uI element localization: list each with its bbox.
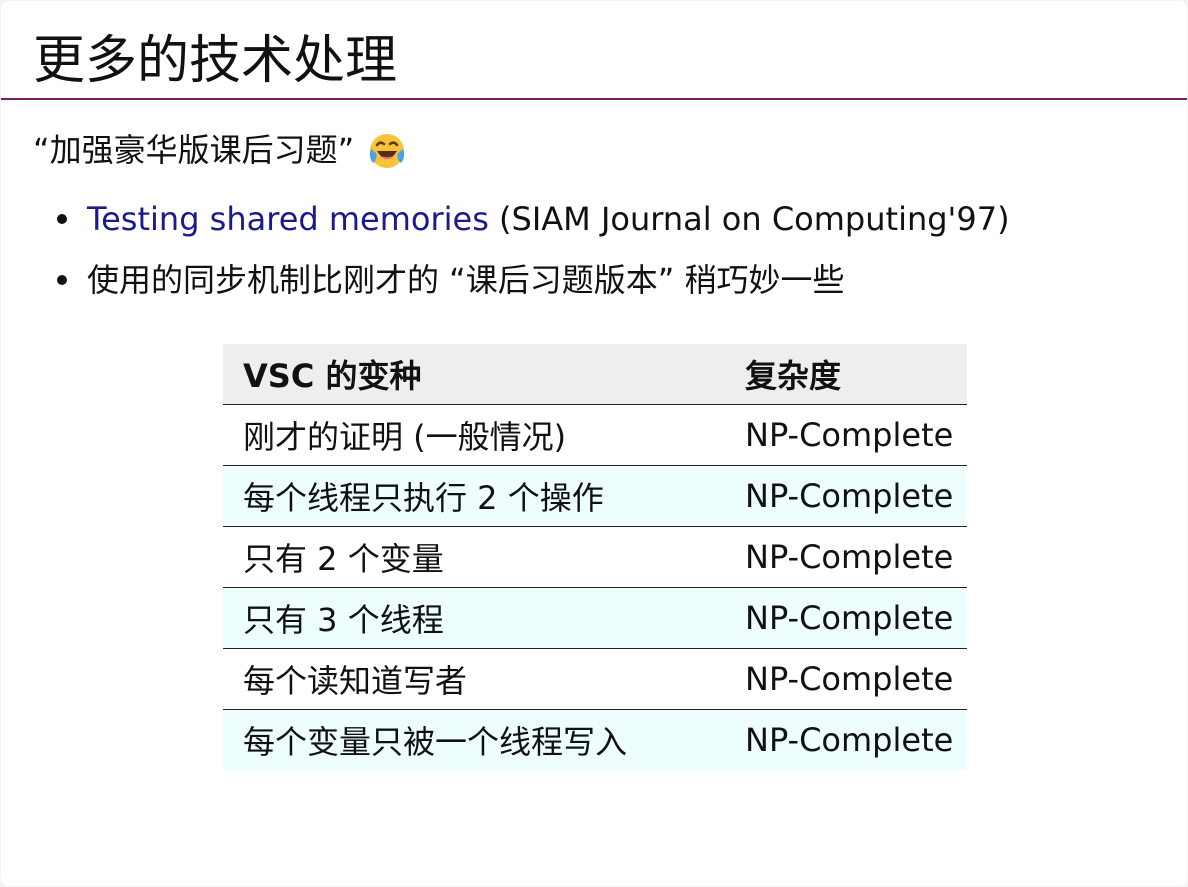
face-with-tears-of-joy-icon	[368, 131, 406, 169]
slide-title: 更多的技术处理	[33, 31, 398, 91]
cell-complexity: NP-Complete	[745, 526, 967, 588]
list-item: 使用的同步机制比刚才的 “课后习题版本” 稍巧妙一些	[1, 257, 1010, 318]
paper-link[interactable]: Testing shared memories	[87, 200, 489, 238]
header-complexity: 复杂度	[745, 344, 967, 405]
table-row: 刚才的证明 (一般情况) NP-Complete	[223, 404, 967, 466]
intro-line: “加强豪华版课后习题”	[33, 128, 406, 172]
table-row: 每个线程只执行 2 个操作 NP-Complete	[223, 465, 967, 527]
paper-venue: (SIAM Journal on Computing'97)	[488, 200, 1010, 238]
bullet-text: 使用的同步机制比刚才的 “课后习题版本” 稍巧妙一些	[87, 261, 845, 299]
table-row: 每个读知道写者 NP-Complete	[223, 648, 967, 710]
table-header-row: VSC 的变种 复杂度	[223, 344, 967, 405]
table-row: 只有 2 个变量 NP-Complete	[223, 526, 967, 588]
list-item: Testing shared memories (SIAM Journal on…	[1, 196, 1010, 257]
table-row: 只有 3 个线程 NP-Complete	[223, 587, 967, 649]
cell-complexity: NP-Complete	[745, 465, 967, 527]
table-row: 每个变量只被一个线程写入 NP-Complete	[223, 709, 967, 770]
title-divider	[1, 98, 1187, 100]
cell-complexity: NP-Complete	[745, 648, 967, 710]
intro-text: “加强豪华版课后习题”	[33, 131, 355, 169]
bullet-dot	[57, 275, 67, 285]
bullet-list: Testing shared memories (SIAM Journal on…	[1, 196, 1010, 318]
header-variant: VSC 的变种	[223, 344, 745, 405]
cell-variant: 每个变量只被一个线程写入	[223, 709, 745, 770]
cell-variant: 只有 3 个线程	[223, 587, 745, 649]
cell-complexity: NP-Complete	[745, 404, 967, 466]
cell-variant: 刚才的证明 (一般情况)	[223, 404, 745, 466]
bullet-dot	[57, 214, 67, 224]
cell-variant: 每个读知道写者	[223, 648, 745, 710]
cell-complexity: NP-Complete	[745, 587, 967, 649]
cell-variant: 只有 2 个变量	[223, 526, 745, 588]
cell-complexity: NP-Complete	[745, 709, 967, 770]
cell-variant: 每个线程只执行 2 个操作	[223, 465, 745, 527]
slide: 更多的技术处理 “加强豪华版课后习题” Testing shared memor…	[1, 1, 1187, 886]
vsc-variants-table: VSC 的变种 复杂度 刚才的证明 (一般情况) NP-Complete 每个线…	[223, 344, 967, 770]
